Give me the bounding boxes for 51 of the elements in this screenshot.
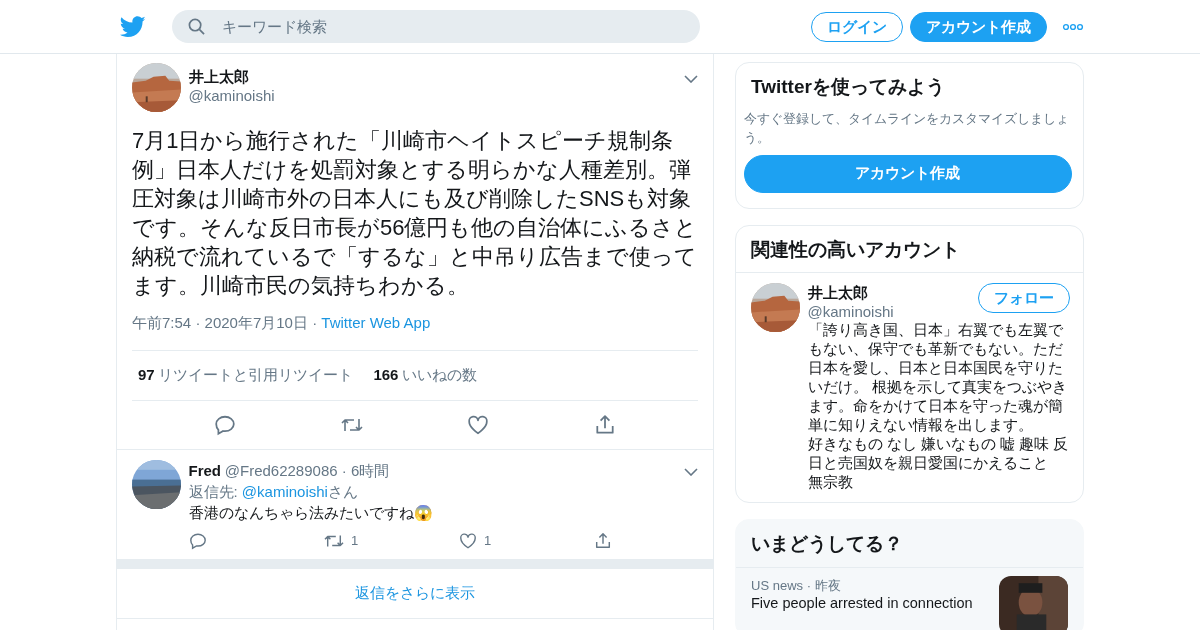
account-bio: 好きなもの なし 嫌いなもの 嘘 趣味 反日と売国奴を親日愛国にかえること bbox=[807, 435, 1069, 473]
signup-button[interactable]: アカウント作成 bbox=[910, 11, 1047, 42]
card-title: いまどうしてる？ bbox=[736, 520, 1083, 568]
signup-button[interactable]: アカウント作成 bbox=[743, 154, 1072, 193]
author-name[interactable]: 井上太郎 bbox=[188, 66, 677, 86]
account-name[interactable]: 井上太郎 bbox=[807, 283, 894, 302]
tweet-date: 2020年7月10日 bbox=[204, 314, 308, 331]
tweet-time: 午前7:54 bbox=[132, 314, 192, 331]
account-handle[interactable]: @kaminoishi bbox=[807, 302, 894, 321]
follow-button[interactable]: フォロー bbox=[977, 283, 1070, 313]
card-title: 関連性の高いアカウント bbox=[736, 225, 1083, 273]
separator-dot: · bbox=[806, 577, 811, 593]
login-button[interactable]: ログイン bbox=[810, 11, 903, 42]
share-icon[interactable] bbox=[593, 413, 616, 436]
reply-handle[interactable]: @Fred62289086 bbox=[224, 459, 338, 481]
like-count: 1 bbox=[484, 532, 492, 550]
trend-text[interactable]: Five people arrested in connection bbox=[751, 595, 992, 612]
stat-count: 166 bbox=[373, 364, 399, 385]
stat-count: 97 bbox=[138, 364, 155, 385]
reply-time[interactable]: 6時間 bbox=[350, 459, 390, 481]
heart-icon[interactable] bbox=[458, 531, 477, 550]
search-field[interactable]: キーワード検索 bbox=[172, 10, 700, 43]
card-title: Twitterを使ってみよう bbox=[750, 74, 946, 99]
more-icon[interactable] bbox=[1062, 22, 1084, 31]
card-subtitle: 今すぐ登録して、タイムラインをカスタマイズしましょう。 bbox=[742, 110, 1070, 147]
source-link[interactable]: Twitter Web App bbox=[321, 314, 431, 331]
chevron-down-icon[interactable] bbox=[684, 74, 698, 83]
reply-author-name[interactable]: Fred bbox=[188, 459, 221, 481]
mention-link[interactable]: @kaminoishi bbox=[241, 482, 328, 500]
chevron-down-icon[interactable] bbox=[684, 467, 698, 476]
retweet-count: 1 bbox=[351, 532, 359, 550]
trend-time: 昨夜 bbox=[814, 577, 841, 593]
separator-dot: · bbox=[312, 314, 318, 331]
reply-icon[interactable] bbox=[188, 531, 207, 550]
stat-label[interactable]: リツイートと引用リツイート bbox=[158, 363, 354, 387]
separator-dot: · bbox=[341, 461, 347, 479]
separator-dot: · bbox=[195, 314, 201, 331]
heart-icon[interactable] bbox=[467, 413, 490, 436]
show-more-replies-link[interactable]: 返信をさらに表示 bbox=[355, 582, 475, 605]
tweet-text: 7月1日から施行された「川崎市ヘイトスピーチ規制条例」日本人だけを処罰対象とする明らかな人種差別。弾圧対象は川崎市外の日本人にも及び削除したSNSも対象です。そんな反日市長が56億円も他の自治体にふるさと納税で流れているで「するな」と中吊り広告まで使ってます。川崎市民の気持ちわかる。 bbox=[132, 127, 698, 300]
account-bio: 無宗教 bbox=[807, 473, 854, 492]
reply-context: 返信先: @kaminoishiさん bbox=[188, 481, 359, 502]
account-bio: 「誇り高き国、日本」右翼でも左翼でもない、保守でも革新でもない。ただ日本を愛し、日本と日本国民を守りたいだけ。 根拠を示して真実をつぶやきます。命をかけて日本を守った魂が簡単に知りえない情報を出します。 bbox=[807, 321, 1068, 435]
reply-text: 香港のなんちゃら法みたいですね😱 bbox=[188, 502, 434, 523]
stat-label[interactable]: いいねの数 bbox=[402, 363, 478, 387]
bird-logo-icon[interactable] bbox=[120, 15, 146, 38]
author-handle[interactable]: @kaminoishi bbox=[188, 85, 677, 105]
share-icon[interactable] bbox=[593, 531, 612, 550]
trend-category: US news bbox=[751, 577, 804, 593]
search-icon bbox=[188, 18, 205, 35]
reply-icon[interactable] bbox=[214, 413, 237, 436]
